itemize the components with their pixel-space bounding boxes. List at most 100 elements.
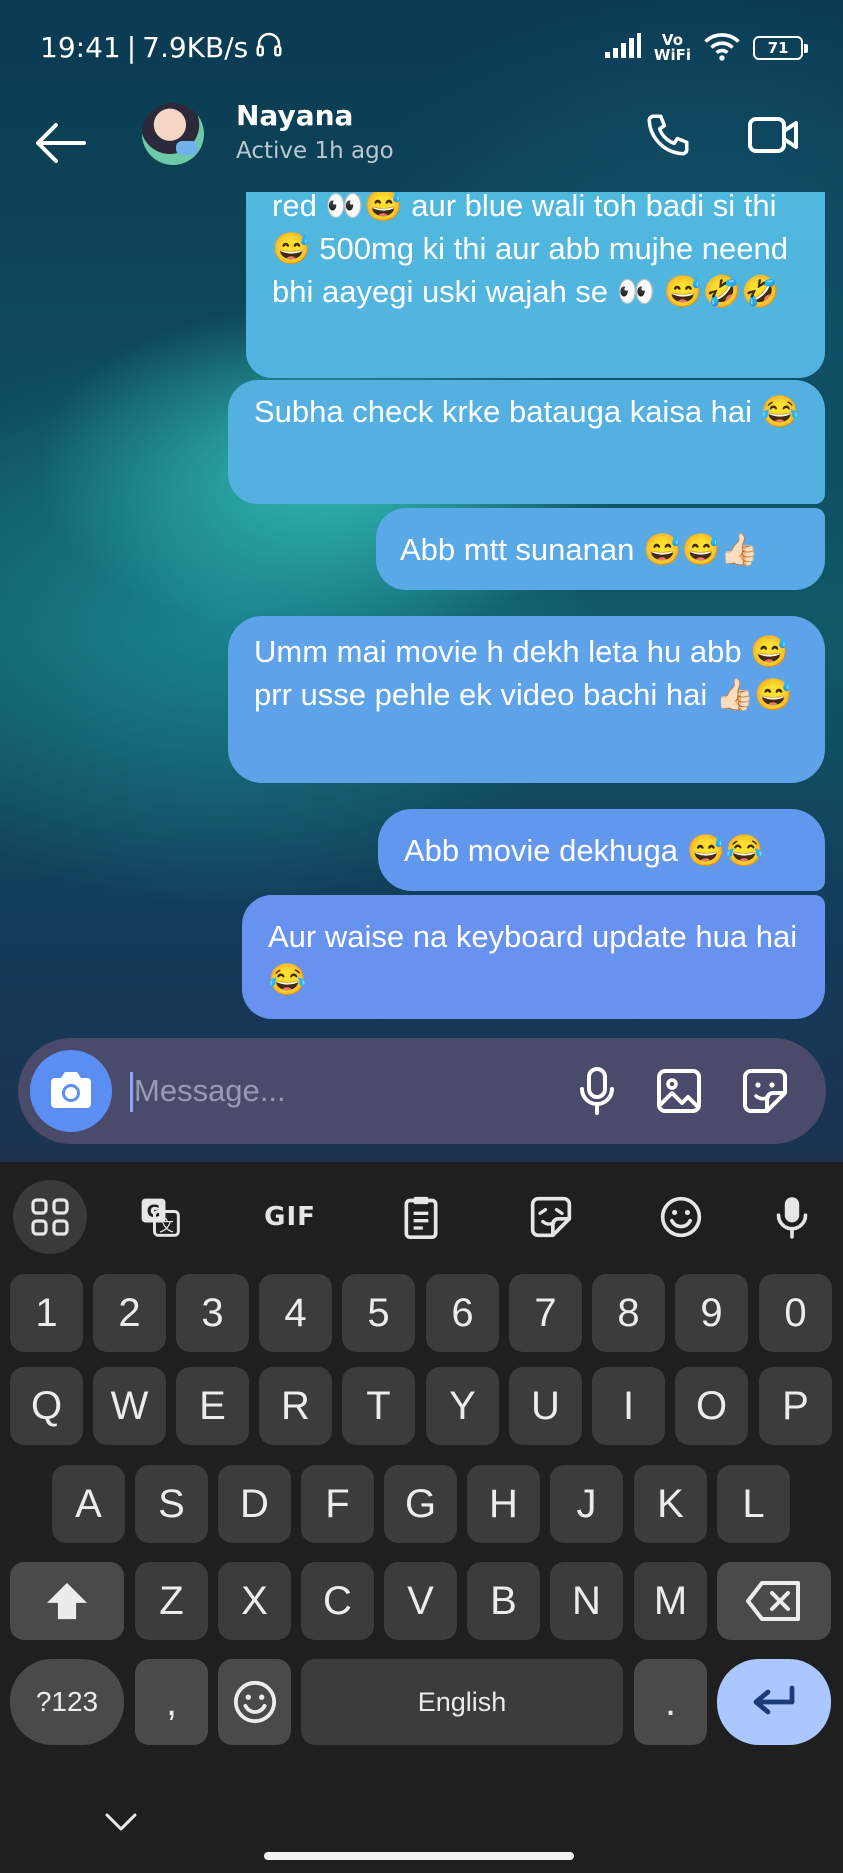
key-z[interactable]: Z [135,1562,208,1640]
status-left: 19:41 | 7.9KB/s [40,29,284,66]
message-text: Subha check krke batauga kaisa hai 😂 [254,394,800,429]
key-6[interactable]: 6 [426,1274,499,1352]
space-key[interactable]: English [301,1659,623,1745]
message-bubble[interactable]: Aur waise na keyboard update hua hai 😂 [242,895,825,1019]
message-text: Aur waise na keyboard update hua hai 😂 [268,919,798,997]
svg-text:文: 文 [159,1218,174,1235]
clipboard-icon [404,1196,438,1239]
contact-name: Nayana [236,99,354,132]
contact-info[interactable]: Nayana Active 1h ago [236,99,394,164]
message-bubble[interactable]: Abb movie dekhuga 😅😂 [378,809,825,891]
image-icon [657,1069,701,1113]
clipboard-button[interactable] [384,1180,458,1254]
mic-icon [580,1067,614,1115]
key-3[interactable]: 3 [176,1274,249,1352]
keyboard-apps-button[interactable] [13,1180,87,1254]
key-v[interactable]: V [384,1562,457,1640]
key-g[interactable]: G [384,1465,457,1543]
avatar[interactable] [142,103,204,165]
backspace-key[interactable] [717,1562,831,1640]
sticker-icon [530,1196,572,1238]
message-input[interactable] [134,1062,564,1120]
key-q[interactable]: Q [10,1367,83,1445]
voice-call-button[interactable] [640,107,696,163]
translate-icon: G文 [141,1198,180,1237]
key-e[interactable]: E [176,1367,249,1445]
shift-icon [47,1582,87,1620]
key-r[interactable]: R [259,1367,332,1445]
translate-button[interactable]: G文 [123,1180,197,1254]
message-text: Abb movie dekhuga 😅😂 [404,832,764,868]
key-1[interactable]: 1 [10,1274,83,1352]
key-5[interactable]: 5 [342,1274,415,1352]
message-list[interactable]: red 👀😅 aur blue wali toh badi si thi 😅 5… [0,192,843,1022]
gif-button[interactable]: GIF [253,1180,327,1254]
key-4[interactable]: 4 [259,1274,332,1352]
video-camera-icon [748,117,798,153]
key-f[interactable]: F [301,1465,374,1543]
key-w[interactable]: W [93,1367,166,1445]
key-i[interactable]: I [592,1367,665,1445]
key-y[interactable]: Y [426,1367,499,1445]
comma-key[interactable]: , [135,1659,208,1745]
key-t[interactable]: T [342,1367,415,1445]
emoji-icon [233,1680,276,1724]
key-x[interactable]: X [218,1562,291,1640]
symbols-key[interactable]: ?123 [10,1659,124,1745]
key-7[interactable]: 7 [509,1274,582,1352]
key-h[interactable]: H [467,1465,540,1543]
key-k[interactable]: K [634,1465,707,1543]
key-2[interactable]: 2 [93,1274,166,1352]
message-bubble[interactable]: Umm mai movie h dekh leta hu abb 😅 prr u… [228,616,825,783]
vowifi-indicator: Vo WiFi [654,32,691,63]
key-9[interactable]: 9 [675,1274,748,1352]
key-o[interactable]: O [675,1367,748,1445]
backspace-icon [746,1581,800,1621]
home-indicator[interactable] [264,1852,574,1860]
message-text: red 👀😅 aur blue wali toh badi si thi 😅 5… [272,192,788,309]
key-8[interactable]: 8 [592,1274,665,1352]
sticker-button[interactable] [734,1060,796,1122]
key-0[interactable]: 0 [759,1274,832,1352]
camera-button[interactable] [30,1050,112,1132]
key-m[interactable]: M [634,1562,707,1640]
phone-icon [647,114,689,156]
keyboard: G文 GIF 1 2 3 4 5 6 7 8 9 0 Q W E R T Y U… [0,1162,843,1873]
key-j[interactable]: J [550,1465,623,1543]
status-separator: | [126,31,137,64]
emoji-button[interactable] [644,1180,718,1254]
back-button[interactable] [30,113,90,173]
key-l[interactable]: L [717,1465,790,1543]
mic-icon [776,1197,808,1239]
video-call-button[interactable] [744,107,804,163]
key-s[interactable]: S [135,1465,208,1543]
message-text: Abb mtt sunanan 😅😅👍🏻 [400,531,759,567]
keyboard-sticker-button[interactable] [514,1180,588,1254]
key-n[interactable]: N [550,1562,623,1640]
gallery-button[interactable] [648,1060,710,1122]
key-u[interactable]: U [509,1367,582,1445]
message-text: Umm mai movie h dekh leta hu abb 😅 prr u… [254,634,794,712]
signal-icon [604,32,642,63]
enter-key[interactable] [717,1659,831,1745]
emoji-key[interactable] [218,1659,291,1745]
message-bubble[interactable]: Abb mtt sunanan 😅😅👍🏻 [376,508,825,590]
key-a[interactable]: A [52,1465,125,1543]
key-d[interactable]: D [218,1465,291,1543]
hide-keyboard-button[interactable] [96,1802,146,1842]
voice-typing-button[interactable] [755,1180,829,1254]
enter-icon [753,1685,795,1715]
wifi-icon [703,31,741,65]
text-cursor [130,1072,133,1112]
key-b[interactable]: B [467,1562,540,1640]
shift-key[interactable] [10,1562,124,1640]
message-bubble[interactable]: red 👀😅 aur blue wali toh badi si thi 😅 5… [246,192,825,378]
status-time: 19:41 [40,31,121,64]
back-arrow-icon [36,123,86,163]
period-key[interactable]: . [634,1659,707,1745]
voice-message-button[interactable] [566,1060,628,1122]
key-c[interactable]: C [301,1562,374,1640]
key-p[interactable]: P [759,1367,832,1445]
message-bubble[interactable]: Subha check krke batauga kaisa hai 😂 [228,380,825,504]
status-speed: 7.9KB/s [142,31,249,64]
